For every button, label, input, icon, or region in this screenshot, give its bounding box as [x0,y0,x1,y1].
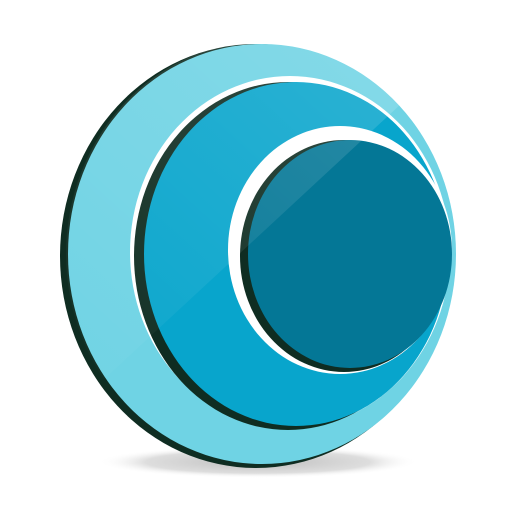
app-icon-canvas [0,0,512,512]
concentric-rings-icon [60,42,458,478]
